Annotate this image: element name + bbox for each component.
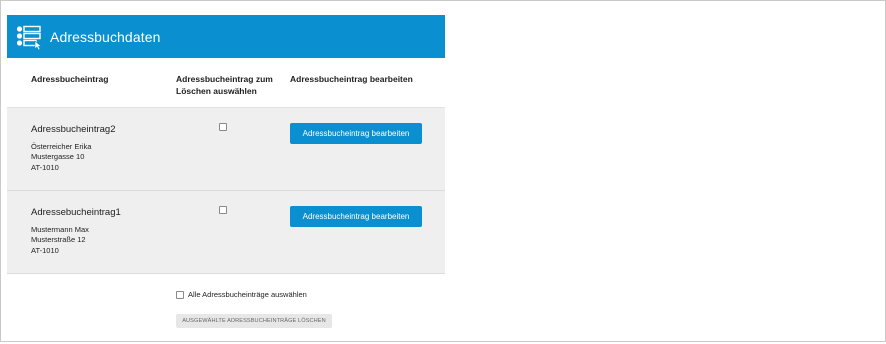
delete-selected-button[interactable]: AUSGEWÄHLTE ADRESSBUCHEINTRÄGE LÖSCHEN bbox=[176, 314, 332, 328]
address-line: AT-1010 bbox=[31, 162, 59, 172]
page-title: Adressbuchdaten bbox=[50, 28, 161, 45]
footer-actions: Alle Adressbucheinträge auswählen AUSGEW… bbox=[7, 274, 445, 344]
select-all-label[interactable]: Alle Adressbucheinträge auswählen bbox=[188, 290, 307, 299]
column-header-select: Adressbucheintrag zum Löschen auswählen bbox=[176, 73, 281, 97]
entry-address: Österreicher Erika Mustergasse 10 AT-101… bbox=[31, 142, 91, 173]
address-line: Österreicher Erika bbox=[31, 142, 92, 151]
table-row: Adressebucheintrag1 Mustermann Max Muste… bbox=[7, 191, 445, 274]
edit-entry-button[interactable]: Adressbucheintrag bearbeiten bbox=[290, 206, 422, 227]
column-header-edit: Adressbucheintrag bearbeiten bbox=[290, 74, 413, 84]
address-book-panel: Adressbuchdaten Adressbucheintrag Adress… bbox=[7, 15, 445, 344]
select-entry-checkbox[interactable] bbox=[219, 206, 227, 214]
address-line: AT-1010 bbox=[31, 245, 59, 255]
address-list-icon bbox=[16, 25, 42, 50]
address-line: Mustergasse 10 bbox=[31, 152, 85, 162]
address-line: Musterstraße 12 bbox=[31, 235, 86, 245]
entry-name: Adressbucheintrag2 bbox=[31, 124, 116, 135]
column-header-select-line2: Löschen auswählen bbox=[176, 86, 257, 96]
table-header: Adressbucheintrag Adressbucheintrag zum … bbox=[7, 58, 445, 107]
select-entry-checkbox[interactable] bbox=[219, 123, 227, 131]
select-all-checkbox[interactable] bbox=[176, 291, 184, 299]
edit-entry-button[interactable]: Adressbucheintrag bearbeiten bbox=[290, 123, 422, 144]
table-row: Adressbucheintrag2 Österreicher Erika Mu… bbox=[7, 107, 445, 191]
column-header-select-line1: Adressbucheintrag zum bbox=[176, 74, 273, 84]
column-header-entry: Adressbucheintrag bbox=[31, 74, 109, 84]
address-line: Mustermann Max bbox=[31, 225, 89, 234]
panel-header: Adressbuchdaten bbox=[7, 15, 445, 58]
entry-address: Mustermann Max Musterstraße 12 AT-1010 bbox=[31, 225, 89, 256]
entry-name: Adressebucheintrag1 bbox=[31, 207, 121, 218]
